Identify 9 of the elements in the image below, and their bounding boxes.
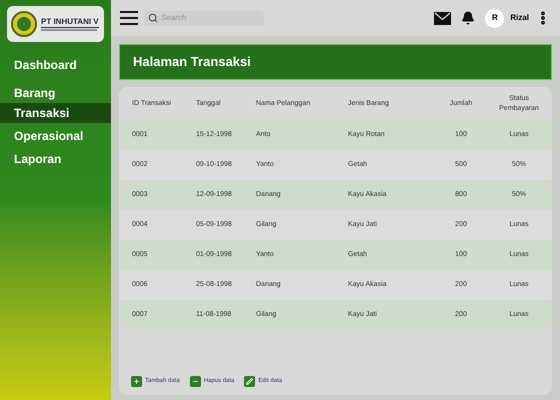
sidebar-item[interactable]: Operasional (0, 126, 111, 146)
logo-title: PT INHUTANI V (41, 18, 99, 28)
sidebar-item[interactable]: Laporan (0, 149, 111, 169)
sidebar-item[interactable]: Barang (0, 83, 111, 103)
page-title: Halaman Transaksi (133, 53, 251, 72)
user-avatar[interactable]: R (485, 8, 504, 28)
user-name: Rizal (510, 12, 529, 24)
sidebar-item[interactable]: Dashboard (0, 55, 111, 75)
sidebar-item[interactable]: Transaksi (0, 103, 111, 123)
